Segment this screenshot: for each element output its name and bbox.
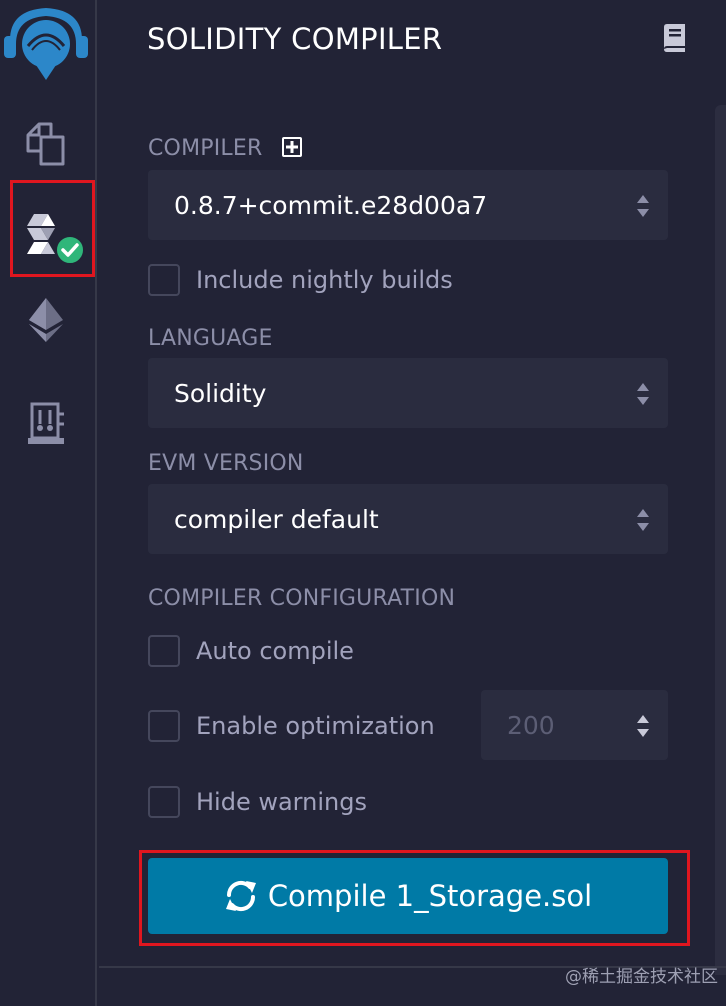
refresh-icon bbox=[225, 880, 256, 912]
nightly-builds-label: Include nightly builds bbox=[196, 266, 453, 294]
stepper-arrows-icon[interactable] bbox=[636, 713, 650, 739]
nightly-builds-checkbox[interactable] bbox=[148, 264, 180, 296]
evm-version-select[interactable]: compiler default bbox=[148, 484, 668, 554]
icon-sidebar bbox=[0, 0, 97, 1006]
auto-compile-row[interactable]: Auto compile bbox=[148, 635, 354, 667]
optimization-runs-input[interactable]: 200 bbox=[481, 690, 668, 760]
panel-scrollbar[interactable] bbox=[715, 105, 726, 975]
panel-title: SOLIDITY COMPILER bbox=[147, 22, 443, 56]
documentation-icon[interactable] bbox=[661, 24, 687, 52]
deploy-run-icon[interactable] bbox=[20, 294, 72, 346]
watermark-text: @稀土掘金技术社区 bbox=[565, 967, 718, 987]
compiler-configuration-label: COMPILER CONFIGURATION bbox=[148, 586, 456, 611]
hide-warnings-row[interactable]: Hide warnings bbox=[148, 786, 367, 818]
hide-warnings-checkbox[interactable] bbox=[148, 786, 180, 818]
compiler-label: COMPILER bbox=[148, 136, 263, 161]
solidity-compiler-icon[interactable] bbox=[22, 206, 84, 268]
compiler-section-label: COMPILER bbox=[148, 136, 302, 163]
enable-optimization-checkbox[interactable] bbox=[148, 710, 180, 742]
language-value: Solidity bbox=[174, 378, 267, 408]
auto-compile-checkbox[interactable] bbox=[148, 635, 180, 667]
compiler-version-value: 0.8.7+commit.e28d00a7 bbox=[174, 190, 488, 220]
compile-button-label: Compile 1_Storage.sol bbox=[267, 879, 593, 913]
select-arrows-icon bbox=[637, 509, 649, 531]
evm-version-label: EVM VERSION bbox=[148, 451, 304, 476]
enable-optimization-label: Enable optimization bbox=[196, 712, 435, 740]
remix-logo-icon[interactable] bbox=[4, 4, 88, 80]
hide-warnings-label: Hide warnings bbox=[196, 788, 367, 816]
select-arrows-icon bbox=[637, 195, 649, 217]
language-label: LANGUAGE bbox=[148, 326, 273, 351]
compiler-version-select[interactable]: 0.8.7+commit.e28d00a7 bbox=[148, 170, 668, 240]
language-select[interactable]: Solidity bbox=[148, 358, 668, 428]
compiler-panel: SOLIDITY COMPILER COMPILER 0.8.7+commit.… bbox=[99, 0, 726, 1006]
auto-compile-label: Auto compile bbox=[196, 637, 354, 665]
compile-button[interactable]: Compile 1_Storage.sol bbox=[148, 858, 668, 934]
evm-version-value: compiler default bbox=[174, 504, 379, 534]
add-compiler-icon[interactable] bbox=[281, 137, 302, 163]
enable-optimization-row[interactable]: Enable optimization bbox=[148, 710, 435, 742]
select-arrows-icon bbox=[637, 383, 649, 405]
optimization-runs-value: 200 bbox=[507, 710, 555, 740]
plugin-manager-icon[interactable] bbox=[20, 398, 72, 450]
file-explorer-icon[interactable] bbox=[20, 118, 72, 170]
nightly-builds-row[interactable]: Include nightly builds bbox=[148, 264, 453, 296]
